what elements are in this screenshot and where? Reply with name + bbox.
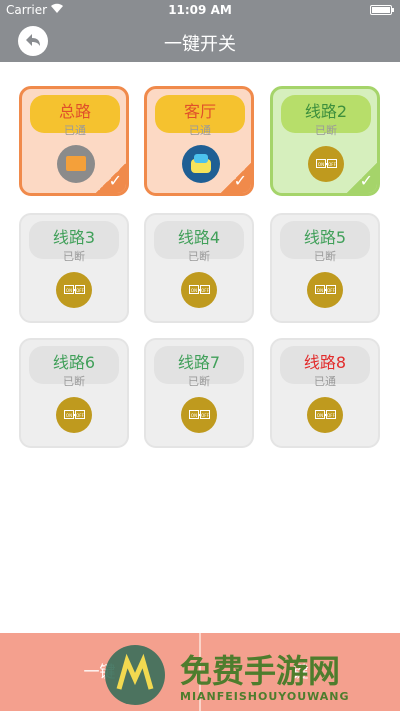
checkmark-icon: ✓ [233, 171, 247, 190]
circuit-label-box: 总路 已通 [30, 95, 120, 137]
circuit-name: 客厅 [183, 102, 216, 121]
circuit-card-main[interactable]: 总路 已通 ✓ [19, 86, 129, 196]
on-off-switch-icon: ON OFF [307, 272, 343, 308]
nav-bar: 一键开关 [0, 20, 400, 62]
on-off-switch-icon: ON OFF [56, 397, 92, 433]
circuit-state: 已断 [63, 250, 85, 263]
circuit-label-box: 线路4 已断 [154, 221, 244, 263]
circuit-state: 已断 [314, 250, 336, 263]
circuit-state: 已通 [64, 124, 86, 137]
battery-icon [370, 5, 394, 15]
circuit-label-box: 线路8 已通 [280, 346, 370, 388]
circuit-card-line-3[interactable]: 线路3 已断 ON OFF [19, 213, 129, 323]
on-off-switch-icon: ON OFF [181, 397, 217, 433]
circuit-name: 线路6 [52, 353, 96, 372]
circuit-state: 已断 [63, 375, 85, 388]
watermark-logo [105, 645, 165, 705]
watermark: 免费手游网 MIANFEISHOUYOUWANG [100, 640, 400, 710]
circuit-card-line-7[interactable]: 线路7 已断 ON OFF [144, 338, 254, 448]
circuit-card-line-2[interactable]: 线路2 已断 ON OFF ✓ [270, 86, 380, 196]
circuit-state: 已通 [189, 124, 211, 137]
main-switch-picture [57, 145, 95, 183]
circuit-name: 线路2 [304, 102, 348, 121]
circuit-label-box: 线路7 已断 [154, 346, 244, 388]
circuit-label-box: 线路3 已断 [29, 221, 119, 263]
circuit-card-living-room[interactable]: 客厅 已通 ✓ [144, 86, 254, 196]
page-title: 一键开关 [164, 34, 236, 55]
circuit-name: 线路8 [303, 353, 347, 372]
circuit-name: 总路 [58, 102, 91, 121]
status-bar: Carrier 11:09 AM [0, 0, 400, 20]
circuit-label-box: 线路5 已断 [280, 221, 370, 263]
on-off-switch-icon: ON OFF [307, 397, 343, 433]
circuit-card-line-5[interactable]: 线路5 已断 ON OFF [270, 213, 380, 323]
circuit-state: 已通 [314, 375, 336, 388]
circuit-label-box: 客厅 已通 [155, 95, 245, 137]
on-off-switch-icon: ON OFF [181, 272, 217, 308]
checkmark-icon: ✓ [359, 171, 373, 190]
living-room-picture [182, 145, 220, 183]
circuit-state: 已断 [188, 250, 210, 263]
clock: 11:09 AM [168, 3, 232, 17]
circuit-name: 线路4 [177, 228, 221, 247]
circuit-name: 线路5 [303, 228, 347, 247]
circuit-card-line-6[interactable]: 线路6 已断 ON OFF [19, 338, 129, 448]
circuit-label-box: 线路6 已断 [29, 346, 119, 388]
on-off-switch-icon: ON OFF [56, 272, 92, 308]
circuit-state: 已断 [315, 124, 337, 137]
on-off-switch-icon: ON OFF [308, 146, 344, 182]
watermark-title: 免费手游网 [180, 652, 341, 690]
circuit-card-line-8[interactable]: 线路8 已通 ON OFF [270, 338, 380, 448]
circuit-card-line-4[interactable]: 线路4 已断 ON OFF [144, 213, 254, 323]
checkmark-icon: ✓ [108, 171, 122, 190]
circuit-label-box: 线路2 已断 [281, 95, 371, 137]
circuit-name: 线路7 [177, 353, 221, 372]
circuit-name: 线路3 [52, 228, 96, 247]
watermark-subtitle: MIANFEISHOUYOUWANG [180, 690, 350, 703]
circuit-state: 已断 [188, 375, 210, 388]
